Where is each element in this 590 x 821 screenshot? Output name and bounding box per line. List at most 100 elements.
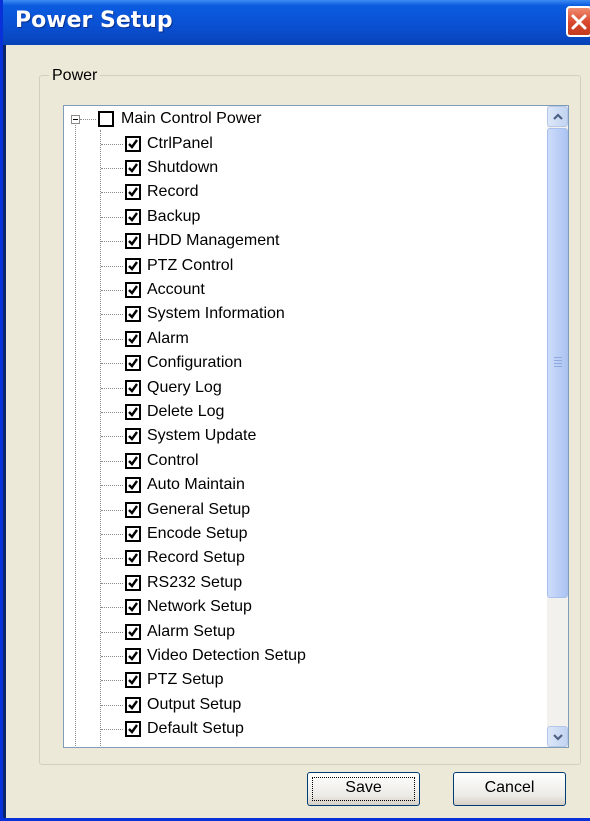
tree-node-label: Default Setup: [147, 720, 244, 738]
tree-node-label: Video Detection Setup: [147, 646, 306, 664]
chevron-up-icon: [553, 113, 563, 120]
tree-node[interactable]: Network Setup: [64, 596, 544, 620]
permission-checkbox[interactable]: [125, 672, 141, 689]
permission-checkbox[interactable]: [125, 208, 141, 225]
permission-checkbox[interactable]: [125, 574, 141, 591]
tree-node[interactable]: HDD Management: [64, 230, 544, 254]
tree-node[interactable]: Delete Log: [64, 401, 544, 425]
tree-node[interactable]: RS232 Setup: [64, 572, 544, 596]
tree-guide-line: [101, 729, 123, 731]
tree-node-label: Network Setup: [147, 598, 252, 616]
tree-node[interactable]: Query Log: [64, 377, 544, 401]
permission-checkbox[interactable]: [125, 281, 141, 298]
tree-node[interactable]: PTZ Control: [64, 255, 544, 279]
permission-checkbox[interactable]: [125, 647, 141, 664]
checkmark-icon: [128, 309, 138, 320]
permission-checkbox[interactable]: [125, 184, 141, 201]
tree-guide-line: [101, 363, 123, 365]
tree-node[interactable]: Auto Maintain: [64, 474, 544, 498]
tree-node[interactable]: Record Setup: [64, 547, 544, 571]
tree-guide-line: [101, 607, 123, 609]
tree-node[interactable]: Encode Setup: [64, 523, 544, 547]
tree-node[interactable]: System Update: [64, 425, 544, 449]
close-button[interactable]: [566, 6, 590, 37]
permission-checkbox[interactable]: [125, 379, 141, 396]
tree-node[interactable]: Configuration: [64, 352, 544, 376]
permission-checkbox[interactable]: [125, 306, 141, 323]
permission-checkbox[interactable]: [125, 428, 141, 445]
save-button-label: Save: [345, 779, 382, 796]
checkmark-icon: [128, 358, 138, 368]
power-group-label: Power: [49, 67, 101, 85]
checkmark-icon: [128, 260, 138, 271]
tree-node-label: Main Control Power: [121, 110, 262, 127]
chevron-down-icon: [553, 734, 563, 741]
tree-node[interactable]: Alarm Setup: [64, 621, 544, 645]
title-bar[interactable]: Power Setup: [3, 0, 590, 45]
tree-node[interactable]: Record: [64, 181, 544, 205]
tree-node[interactable]: Alarm: [64, 328, 544, 352]
permission-checkbox[interactable]: [125, 233, 141, 250]
tree-node[interactable]: Default Setup: [64, 718, 544, 742]
tree-node[interactable]: Control: [64, 450, 544, 474]
tree-guide-line: [101, 436, 123, 438]
tree-node[interactable]: Account: [64, 279, 544, 303]
permission-checkbox[interactable]: [125, 257, 141, 274]
permission-checkbox[interactable]: [125, 330, 141, 347]
tree-node-label: PTZ Setup: [147, 671, 224, 689]
scroll-down-button[interactable]: [547, 726, 568, 747]
main-control-power-checkbox[interactable]: [98, 111, 114, 127]
tree-node-label: Record Setup: [147, 549, 245, 567]
collapse-toggle-icon[interactable]: [71, 115, 80, 124]
permission-checkbox[interactable]: [125, 696, 141, 713]
permission-checkbox[interactable]: [125, 550, 141, 567]
tree-guide-line: [101, 192, 123, 194]
tree-node-label: System Information: [147, 305, 285, 323]
tree-node[interactable]: Shutdown: [64, 157, 544, 181]
tree-guide-line: [101, 143, 123, 145]
save-button[interactable]: Save: [307, 772, 420, 806]
tree-node[interactable]: PTZ Setup: [64, 669, 544, 693]
tree-guide-line: [101, 704, 123, 706]
permission-checkbox[interactable]: [125, 355, 141, 372]
permission-checkbox[interactable]: [125, 599, 141, 616]
permission-checkbox[interactable]: [125, 452, 141, 469]
cancel-button[interactable]: Cancel: [453, 772, 566, 806]
checkmark-icon: [128, 651, 138, 661]
checkmark-icon: [128, 602, 138, 612]
permission-checkbox[interactable]: [125, 159, 141, 176]
scroll-thumb[interactable]: [547, 128, 568, 598]
checkmark-icon: [128, 626, 138, 637]
checkmark-icon: [128, 138, 138, 149]
checkmark-icon: [128, 382, 138, 393]
tree-node-label: Control: [147, 451, 199, 469]
vertical-scrollbar[interactable]: [547, 106, 568, 747]
tree-node-main-control-power[interactable]: Main Control Power: [64, 108, 544, 132]
checkmark-icon: [128, 675, 138, 686]
permissions-tree[interactable]: Main Control Power CtrlPanel Shutdown Reco…: [63, 105, 569, 748]
thumb-grip: [554, 363, 562, 364]
checkmark-icon: [128, 480, 138, 490]
permission-checkbox[interactable]: [125, 501, 141, 518]
permission-checkbox[interactable]: [125, 623, 141, 640]
permission-checkbox[interactable]: [125, 525, 141, 542]
tree-node[interactable]: General Setup: [64, 499, 544, 523]
tree-node[interactable]: System Information: [64, 303, 544, 327]
tree-node[interactable]: Backup: [64, 206, 544, 230]
tree-node[interactable]: Output Setup: [64, 694, 544, 718]
permission-checkbox[interactable]: [125, 403, 141, 420]
tree-node-label: Encode Setup: [147, 524, 248, 542]
tree-guide-line: [101, 533, 123, 535]
scroll-up-button[interactable]: [547, 106, 568, 127]
thumb-grip: [554, 366, 562, 367]
tree-node[interactable]: CtrlPanel: [64, 133, 544, 157]
permission-checkbox[interactable]: [125, 721, 141, 738]
checkmark-icon: [128, 529, 138, 539]
tree-node[interactable]: Video Detection Setup: [64, 645, 544, 669]
checkmark-icon: [128, 163, 138, 173]
tree-node-label: Alarm: [147, 329, 189, 347]
dialog-body: Power Main Control Power CtrlPanel Shutdo…: [6, 45, 590, 818]
permission-checkbox[interactable]: [125, 135, 141, 152]
tree-guide-line: [101, 460, 123, 462]
permission-checkbox[interactable]: [125, 477, 141, 494]
